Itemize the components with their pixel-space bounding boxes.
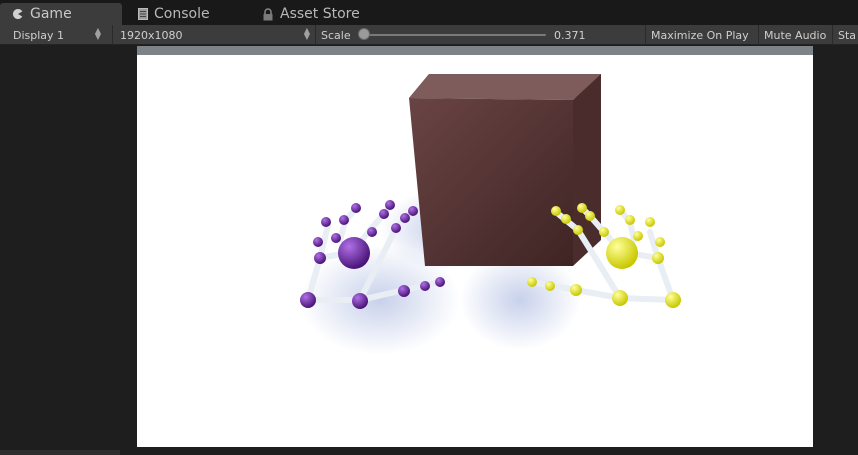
cube-right-face xyxy=(573,74,601,266)
joint xyxy=(391,223,401,233)
cube-top-face xyxy=(409,74,601,100)
tab-label: Game xyxy=(30,6,72,22)
palm-joint xyxy=(606,237,638,269)
tab-label: Asset Store xyxy=(280,6,360,22)
scale-value: 0.371 xyxy=(554,27,586,43)
maximize-on-play-label: Maximize On Play xyxy=(651,28,749,42)
stats-toggle[interactable]: Sta xyxy=(838,27,856,43)
joint xyxy=(633,231,643,241)
joint xyxy=(615,205,625,215)
joint xyxy=(351,203,361,213)
mute-audio-toggle[interactable]: Mute Audio xyxy=(764,27,826,43)
separator xyxy=(832,25,833,45)
lock-icon xyxy=(262,7,274,21)
maximize-on-play-toggle[interactable]: Maximize On Play xyxy=(651,27,749,43)
chevron-updown-icon: ▲ ▼ xyxy=(94,26,102,41)
joint xyxy=(527,277,537,287)
joint xyxy=(551,206,561,216)
console-icon xyxy=(138,8,148,20)
joint xyxy=(652,252,664,264)
joint xyxy=(398,285,410,297)
game-toolbar: Display 1 ▲ ▼ 1920x1080 ▲ ▼ Scale 0.371 Ma… xyxy=(0,25,858,45)
joint xyxy=(435,277,445,287)
display-select-value: Display 1 xyxy=(13,28,65,42)
scale-slider[interactable] xyxy=(362,34,546,36)
display-select[interactable]: Display 1 xyxy=(13,27,64,43)
separator xyxy=(758,25,759,45)
joint xyxy=(665,292,681,308)
bottom-strip xyxy=(0,450,120,455)
joint xyxy=(561,214,571,224)
scale-label-text: Scale xyxy=(321,28,351,42)
chevron-updown-icon: ▲ ▼ xyxy=(303,26,311,41)
tab-label: Console xyxy=(154,6,210,22)
game-viewport[interactable] xyxy=(137,46,813,447)
joint xyxy=(379,209,389,219)
joint xyxy=(545,281,555,291)
joint xyxy=(367,227,377,237)
joint xyxy=(408,206,418,216)
separator xyxy=(315,25,316,45)
stats-label: Sta xyxy=(838,28,857,42)
joint xyxy=(400,213,410,223)
joint xyxy=(313,237,323,247)
tab-console[interactable]: Console xyxy=(126,3,248,25)
joint xyxy=(599,227,609,237)
joint xyxy=(331,233,341,243)
joint xyxy=(321,217,331,227)
separator xyxy=(645,25,646,45)
tab-asset-store[interactable]: Asset Store xyxy=(250,3,390,25)
joint xyxy=(352,293,368,309)
cube xyxy=(409,74,601,266)
resolution-select[interactable]: 1920x1080 xyxy=(120,27,183,43)
mute-audio-label: Mute Audio xyxy=(764,28,827,42)
tab-strip: Game Console Asset Store xyxy=(0,0,858,25)
joint xyxy=(585,211,595,221)
viewport-top-strip xyxy=(137,46,813,55)
joint xyxy=(300,292,316,308)
joint xyxy=(625,215,635,225)
tab-game[interactable]: Game xyxy=(0,3,122,25)
joint xyxy=(420,281,430,291)
resolution-select-value: 1920x1080 xyxy=(120,28,183,42)
scene-render xyxy=(137,46,813,355)
palm-joint xyxy=(338,237,370,269)
pacman-icon xyxy=(12,8,24,20)
joint xyxy=(577,203,587,213)
joint xyxy=(570,284,582,296)
joint xyxy=(573,225,583,235)
joint xyxy=(385,200,395,210)
joint xyxy=(645,217,655,227)
separator xyxy=(112,25,113,45)
joint xyxy=(612,290,628,306)
joint xyxy=(339,215,349,225)
scale-label: Scale xyxy=(321,27,351,43)
scale-slider-handle[interactable] xyxy=(358,28,370,40)
cube-front-face xyxy=(409,98,573,266)
scale-value-text: 0.371 xyxy=(554,28,586,42)
joint xyxy=(314,252,326,264)
joint xyxy=(655,237,665,247)
